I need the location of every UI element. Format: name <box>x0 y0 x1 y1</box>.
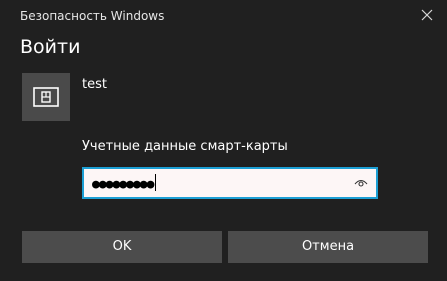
reveal-password-button[interactable] <box>352 175 370 191</box>
ok-button[interactable]: OK <box>22 231 222 263</box>
account-username: test <box>82 77 107 92</box>
eye-icon <box>354 179 368 187</box>
masked-password: ●●●●●●●●● <box>92 177 154 192</box>
pin-input[interactable]: ●●●●●●●●● <box>82 167 378 199</box>
credential-label: Учетные данные смарт-карты <box>82 139 288 154</box>
title-bar: Безопасность Windows <box>0 0 447 32</box>
close-button[interactable] <box>407 0 447 30</box>
window-title: Безопасность Windows <box>20 9 165 23</box>
smart-card-icon <box>33 87 59 107</box>
account-tile[interactable] <box>22 73 70 121</box>
text-caret <box>155 174 157 191</box>
dialog-heading: Войти <box>20 36 81 58</box>
cancel-button[interactable]: Отмена <box>228 231 428 263</box>
close-icon <box>421 9 433 21</box>
pin-input-value: ●●●●●●●●● <box>92 174 157 194</box>
